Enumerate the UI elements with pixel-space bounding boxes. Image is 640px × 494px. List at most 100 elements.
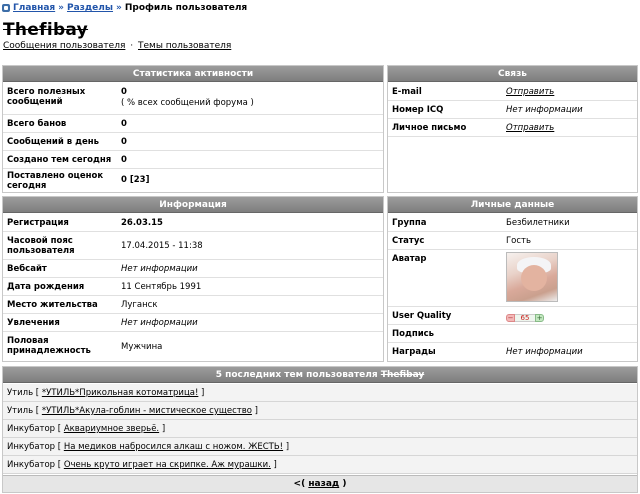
breadcrumb-separator: » — [58, 3, 64, 13]
activity-stats-panel: Статистика активности Всего полезных соо… — [2, 65, 384, 193]
info-label: Регистрация — [7, 218, 69, 228]
stat-row: Создано тем сегодня 0 — [3, 151, 383, 169]
stat-label: Создано тем сегодня — [7, 155, 112, 165]
topic-section: Утиль — [7, 388, 34, 398]
info-row: Регистрация 26.03.15 — [3, 214, 383, 232]
contact-label: Номер ICQ — [392, 105, 444, 115]
contact-label: E-mail — [392, 87, 422, 97]
personal-label: Аватар — [392, 254, 427, 264]
personal-row: Статус Гость — [388, 232, 637, 250]
info-row: Вебсайт Нет информации — [3, 260, 383, 278]
topic-link[interactable]: Очень круто играет на скрипке. Аж мурашк… — [64, 460, 271, 470]
personal-label: Подпись — [392, 329, 435, 339]
avatar-face — [521, 265, 547, 291]
topic-row: Инкубатор [ Аквариумное зверьё. ] — [3, 420, 637, 438]
back-suffix: ) — [342, 479, 347, 489]
panel-header: Личные данные — [388, 197, 637, 213]
topic-link[interactable]: *УТИЛЬ*Акула-гоблин - мистическое сущест… — [42, 406, 252, 416]
info-row: Увлечения Нет информации — [3, 314, 383, 332]
topic-row: Инкубатор [ На медиков набросился алкаш … — [3, 438, 637, 456]
personal-label: Награды — [392, 347, 436, 357]
topic-link[interactable]: Аквариумное зверьё. — [64, 424, 159, 434]
stat-value: 0 — [121, 87, 127, 97]
personal-data-panel: Личные данные Группа Безбилетники Статус… — [387, 196, 638, 362]
topic-section: Утиль — [7, 406, 34, 416]
personal-row: Группа Безбилетники — [388, 214, 637, 232]
stat-subvalue: ( % всех сообщений форума ) — [121, 98, 254, 108]
breadcrumb-current: Профиль пользователя — [124, 3, 248, 13]
info-label: Увлечения — [7, 318, 60, 328]
info-value: 17.04.2015 - 11:38 — [121, 241, 203, 251]
panel-header: Информация — [3, 197, 383, 213]
contact-row: Номер ICQ Нет информации — [388, 101, 637, 119]
info-value: 11 Сентябрь 1991 — [121, 282, 202, 292]
topic-link[interactable]: На медиков набросился алкаш с ножом. ЖЕС… — [64, 442, 283, 452]
personal-label: Группа — [392, 218, 427, 228]
stat-label: Сообщений в день — [7, 137, 99, 147]
stat-row: Сообщений в день 0 — [3, 133, 383, 151]
page-title: Thefibay — [3, 20, 89, 40]
panel-header: Статистика активности — [3, 66, 383, 82]
personal-value: Нет информации — [506, 347, 583, 357]
back-link[interactable]: назад — [308, 479, 339, 489]
quality-score: 65 — [515, 313, 535, 322]
topics-header-text: 5 последних тем пользователя — [215, 370, 378, 380]
link-separator: · — [130, 41, 134, 51]
user-messages-link[interactable]: Сообщения пользователя — [3, 41, 125, 51]
user-quality-widget: − 65 + — [506, 313, 544, 322]
latest-topics-panel: 5 последних тем пользователя Thefibay Ут… — [2, 366, 638, 493]
info-row: Дата рождения 11 Сентябрь 1991 — [3, 278, 383, 296]
info-row: Часовой пояс пользователя 17.04.2015 - 1… — [3, 232, 383, 260]
topic-section: Инкубатор — [7, 442, 56, 452]
topics-header-username: Thefibay — [380, 370, 425, 380]
contact-row: E-mail Отправить — [388, 83, 637, 101]
quality-minus-button[interactable]: − — [506, 313, 515, 322]
breadcrumb-sections-link[interactable]: Разделы — [67, 3, 113, 13]
back-bar: <( назад ) — [3, 475, 637, 492]
user-topics-link[interactable]: Темы пользователя — [138, 41, 231, 51]
info-label: Часовой пояс пользователя — [7, 236, 75, 256]
topic-section: Инкубатор — [7, 424, 56, 434]
info-label: Дата рождения — [7, 282, 85, 292]
info-value: Нет информации — [121, 264, 198, 274]
avatar — [506, 252, 558, 302]
topic-row: Утиль [ *УТИЛЬ*Акула-гоблин - мистическо… — [3, 402, 637, 420]
breadcrumb: Главная » Разделы » Профиль пользователя — [2, 2, 247, 14]
info-label: Место жительства — [7, 300, 98, 310]
panel-header: Связь — [388, 66, 637, 82]
info-value: 26.03.15 — [121, 218, 163, 228]
stat-value: 0 [23] — [121, 175, 150, 185]
stat-row: Всего банов 0 — [3, 115, 383, 133]
stat-value: 0 — [121, 119, 127, 129]
stat-row: Поставлено оценок сегодня 0 [23] — [3, 169, 383, 193]
stat-value: 0 — [121, 155, 127, 165]
stat-value: 0 — [121, 137, 127, 147]
personal-value: Гость — [506, 236, 532, 246]
topic-row: Инкубатор [ Очень круто играет на скрипк… — [3, 456, 637, 474]
topic-section: Инкубатор — [7, 460, 56, 470]
topic-row: Утиль [ *УТИЛЬ*Прикольная котоматрица! ] — [3, 384, 637, 402]
topic-link[interactable]: *УТИЛЬ*Прикольная котоматрица! — [42, 388, 199, 398]
personal-label: Статус — [392, 236, 425, 246]
stat-label: Поставлено оценок сегодня — [7, 171, 104, 191]
send-email-link[interactable]: Отправить — [506, 87, 554, 97]
personal-value: Безбилетники — [506, 218, 570, 228]
personal-row: Подпись — [388, 325, 637, 343]
info-panel: Информация Регистрация 26.03.15 Часовой … — [2, 196, 384, 362]
info-row: Половая принадлежность Мужчина — [3, 332, 383, 362]
info-value: Луганск — [121, 300, 158, 310]
quality-plus-button[interactable]: + — [535, 313, 544, 322]
send-pm-link[interactable]: Отправить — [506, 123, 554, 133]
breadcrumb-home-link[interactable]: Главная — [13, 3, 55, 13]
stat-label: Всего полезных сообщений — [7, 87, 86, 107]
info-row: Место жительства Луганск — [3, 296, 383, 314]
info-value: Нет информации — [121, 318, 198, 328]
back-prefix: <( — [293, 479, 306, 489]
info-label: Половая принадлежность — [7, 336, 91, 356]
personal-row: Награды Нет информации — [388, 343, 637, 362]
home-icon — [2, 4, 10, 12]
contact-value: Нет информации — [506, 105, 583, 115]
breadcrumb-separator: » — [116, 3, 122, 13]
profile-links: Сообщения пользователя · Темы пользовате… — [3, 41, 231, 51]
info-value: Мужчина — [121, 342, 163, 352]
